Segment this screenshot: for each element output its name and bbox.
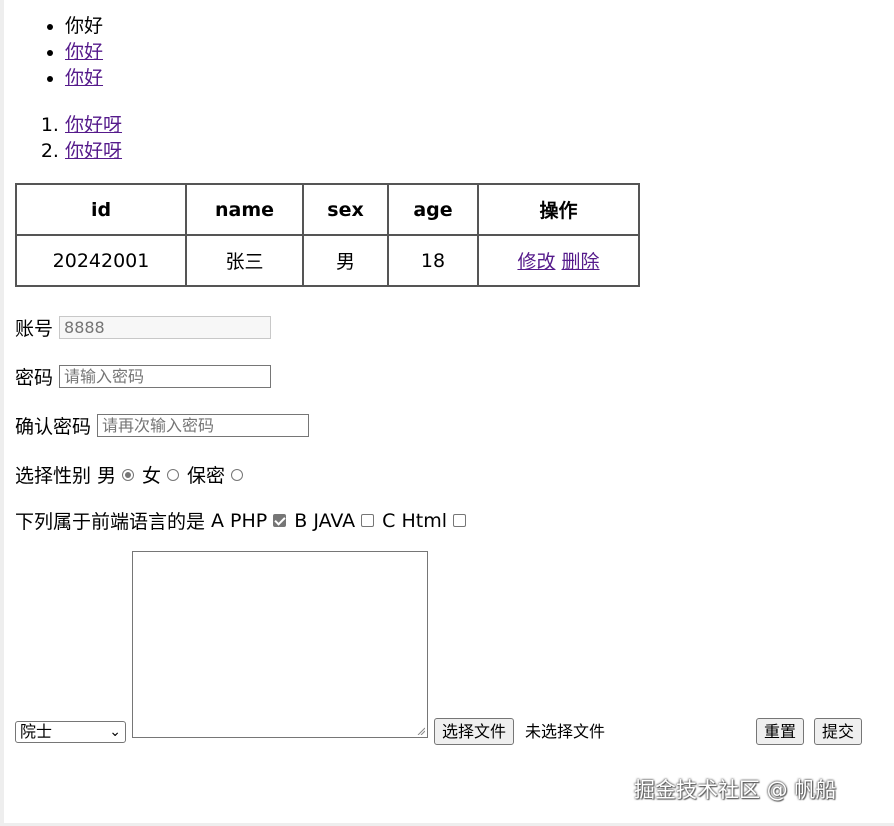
list-link[interactable]: 你好 <box>65 67 103 89</box>
gender-row: 选择性别 男 女 保密 <box>15 461 251 488</box>
account-input[interactable] <box>59 316 272 339</box>
gender-radio-female[interactable] <box>167 468 180 481</box>
checkbox-html[interactable] <box>453 514 467 527</box>
option-html-label: C Html <box>382 509 448 532</box>
list-item: 你好呀 <box>65 112 122 138</box>
cell-age: 18 <box>387 234 479 287</box>
comment-textarea[interactable] <box>132 551 428 738</box>
question-label: 下列属于前端语言的是 <box>15 511 206 533</box>
header-actions: 操作 <box>477 183 640 236</box>
cell-name: 张三 <box>185 234 304 287</box>
page-left-border <box>0 0 4 826</box>
list-link[interactable]: 你好呀 <box>65 140 122 162</box>
confirm-password-row: 确认密码 <box>15 412 310 439</box>
cell-id: 20242001 <box>15 234 187 287</box>
cell-actions: 修改 删除 <box>477 234 640 287</box>
gender-option-secret-label: 保密 <box>187 465 226 487</box>
delete-link[interactable]: 删除 <box>562 251 600 273</box>
chevron-down-icon: ⌄ <box>109 724 121 740</box>
header-name: name <box>185 183 304 236</box>
choose-file-button[interactable]: 选择文件 <box>434 718 515 745</box>
gender-radio-male[interactable] <box>122 468 135 481</box>
table-row: 20242001 张三 男 18 修改 删除 <box>15 234 640 287</box>
password-row: 密码 <box>15 363 272 390</box>
gender-label: 选择性别 <box>15 465 92 487</box>
list-item: 你好 <box>65 13 103 39</box>
confirm-password-input[interactable] <box>97 414 310 437</box>
list-item: 你好 <box>65 39 103 65</box>
resize-grip-icon[interactable] <box>417 727 425 735</box>
watermark-text: 掘金技术社区 @ 帆船 <box>634 778 837 802</box>
user-table: id name sex age 操作 20242001 张三 男 18 修改 删… <box>15 183 640 287</box>
list-item: 你好 <box>65 65 103 91</box>
account-label: 账号 <box>15 318 54 340</box>
table-header-row: id name sex age 操作 <box>15 183 640 236</box>
checkbox-java[interactable] <box>361 514 375 527</box>
account-row: 账号 <box>15 314 272 341</box>
header-age: age <box>387 183 479 236</box>
password-input[interactable] <box>59 365 272 388</box>
list-link[interactable]: 你好呀 <box>65 114 122 136</box>
gender-radio-secret[interactable] <box>231 468 244 481</box>
edit-link[interactable]: 修改 <box>517 251 555 273</box>
ordered-list: 你好呀 你好呀 <box>65 112 122 164</box>
question-row: 下列属于前端语言的是 A PHP B JAVA C Html <box>15 507 474 534</box>
option-php-label: A PHP <box>211 509 268 532</box>
header-sex: sex <box>302 183 389 236</box>
checkbox-php[interactable] <box>273 514 287 527</box>
list-link[interactable]: 你好 <box>65 41 103 63</box>
unordered-list: 你好 你好 你好 <box>65 13 103 91</box>
list-item: 你好呀 <box>65 138 122 164</box>
header-id: id <box>15 183 187 236</box>
confirm-password-label: 确认密码 <box>15 416 92 438</box>
cell-sex: 男 <box>302 234 389 287</box>
gender-option-male-label: 男 <box>97 465 117 487</box>
submit-button[interactable]: 提交 <box>814 718 863 745</box>
gender-option-female-label: 女 <box>142 465 162 487</box>
reset-button[interactable]: 重置 <box>756 718 805 745</box>
password-label: 密码 <box>15 367 54 389</box>
file-status-text: 未选择文件 <box>525 722 606 741</box>
option-java-label: B JAVA <box>294 509 356 532</box>
title-select[interactable]: 院士 ⌄ <box>15 721 126 743</box>
select-value: 院士 <box>20 722 53 741</box>
